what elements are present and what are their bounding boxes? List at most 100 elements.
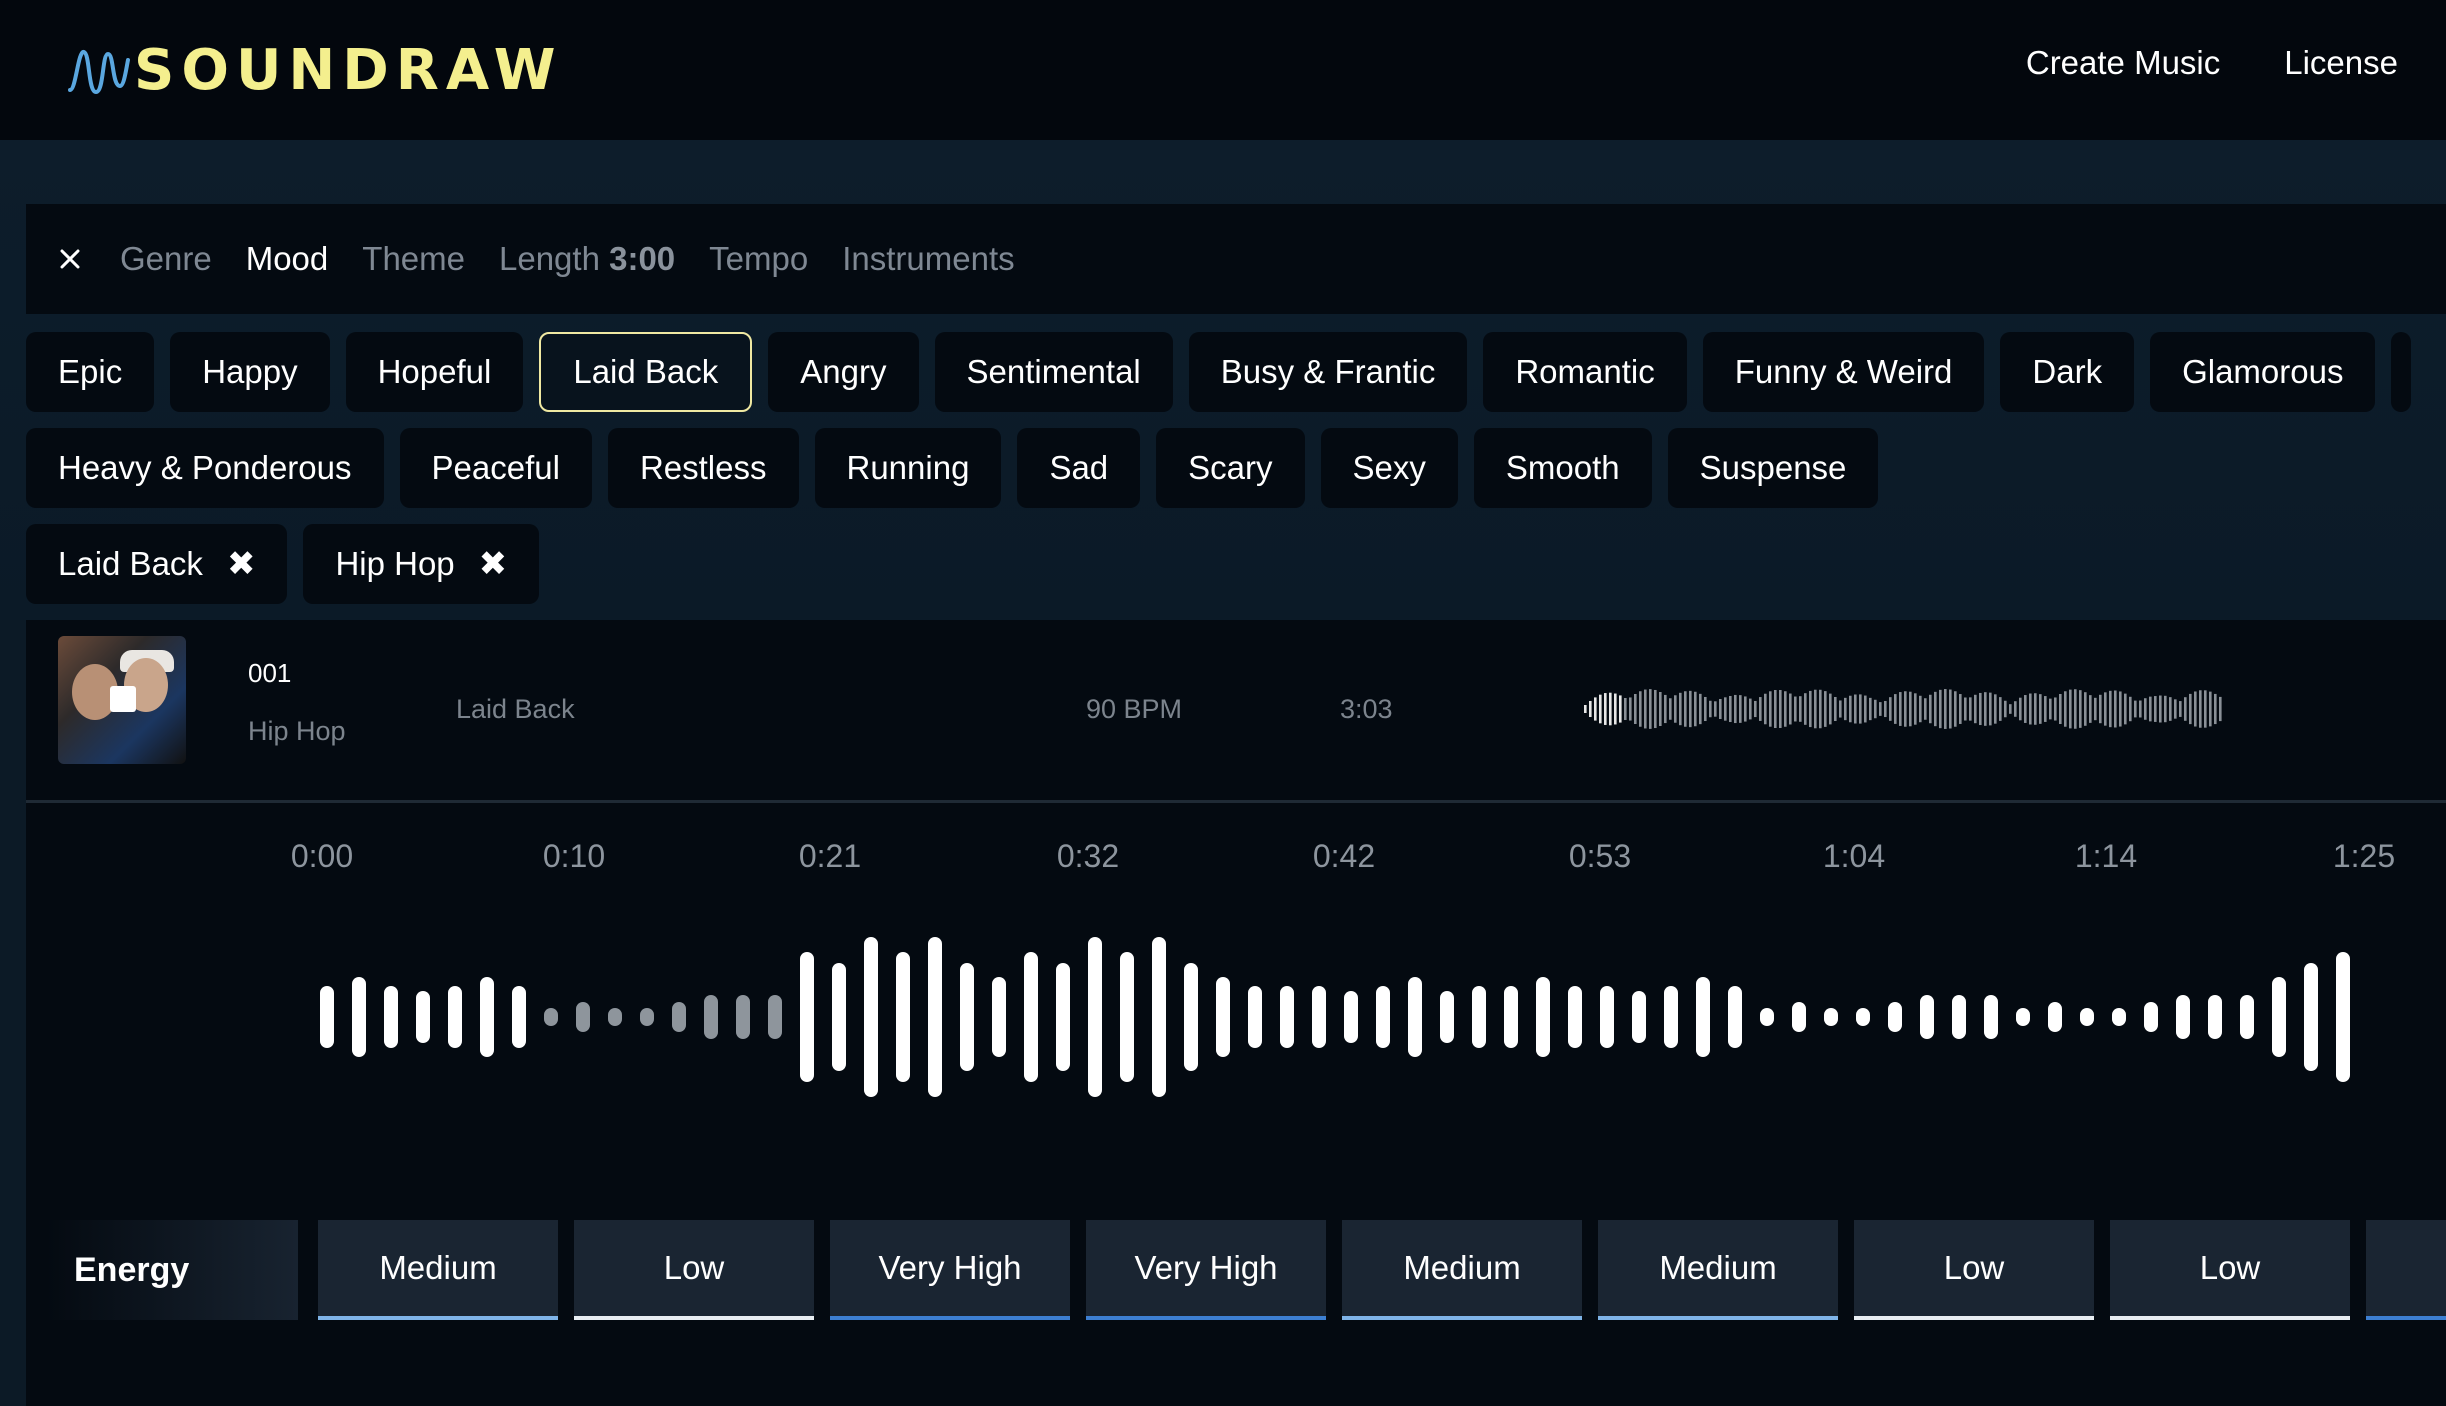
mood-chip-busy-frantic[interactable]: Busy & Frantic xyxy=(1188,332,1468,412)
mood-chip-dark[interactable]: Dark xyxy=(2000,332,2135,412)
waveform-preview-bar xyxy=(1834,696,1837,722)
nav-create-music[interactable]: Create Music xyxy=(2026,44,2220,82)
mood-chip-peaceful[interactable]: Peaceful xyxy=(399,428,592,508)
mood-chip-angry[interactable]: Angry xyxy=(768,332,919,412)
tab-tempo[interactable]: Tempo xyxy=(709,240,808,278)
waveform-bar xyxy=(1184,963,1198,1071)
tab-mood[interactable]: Mood xyxy=(246,240,329,278)
waveform-bar xyxy=(1376,986,1390,1048)
waveform-preview-bar xyxy=(1704,696,1707,722)
mood-chip-laid-back[interactable]: Laid Back xyxy=(539,332,753,412)
waveform-preview-bar xyxy=(2074,689,2077,729)
waveform-bar xyxy=(1312,986,1326,1048)
waveform-bar xyxy=(416,991,430,1043)
waveform-bar xyxy=(1888,1002,1902,1032)
waveform-preview-bar xyxy=(1709,700,1712,718)
waveform-preview-bar xyxy=(2079,690,2082,728)
mood-chip-scary[interactable]: Scary xyxy=(1156,428,1305,508)
energy-segment[interactable]: Low xyxy=(1854,1220,2094,1320)
waveform-preview-bar xyxy=(2159,695,2162,723)
song-waveform[interactable] xyxy=(0,920,2446,1110)
waveform-bar xyxy=(1216,977,1230,1057)
waveform-bar xyxy=(960,963,974,1071)
energy-segment[interactable]: Medium xyxy=(1598,1220,1838,1320)
waveform-preview-bar xyxy=(2184,697,2187,721)
remove-filter-icon[interactable]: ✖ xyxy=(479,544,508,584)
album-art[interactable] xyxy=(58,636,186,764)
logo[interactable]: SOUNDRAW xyxy=(66,30,562,110)
waveform-bar xyxy=(608,1008,622,1026)
waveform-preview-bar xyxy=(2164,695,2167,723)
mood-chip-hopeful[interactable]: Hopeful xyxy=(345,332,524,412)
waveform-preview-bar xyxy=(1644,689,1647,729)
waveform-preview-bar xyxy=(1944,689,1947,729)
waveform-preview-bar xyxy=(2174,699,2177,719)
waveform-bar xyxy=(1664,986,1678,1048)
waveform-preview-bar xyxy=(2009,704,2012,714)
mood-chip-sexy[interactable]: Sexy xyxy=(1320,428,1458,508)
mood-chip-epic[interactable]: Epic xyxy=(26,332,155,412)
energy-segment[interactable]: Low xyxy=(2110,1220,2350,1320)
waveform-bar xyxy=(576,1002,590,1032)
mood-chip-romantic[interactable]: Romantic xyxy=(1483,332,1687,412)
waveform-preview-bar xyxy=(1799,696,1802,722)
mood-chip-suspense[interactable]: Suspense xyxy=(1667,428,1879,508)
active-filter-label: Hip Hop xyxy=(335,545,455,582)
energy-segment[interactable]: Very High xyxy=(1086,1220,1326,1320)
waveform-preview-bar xyxy=(1639,691,1642,727)
waveform-preview-bar xyxy=(2144,698,2147,720)
energy-segment[interactable]: Low xyxy=(574,1220,814,1320)
waveform-bar xyxy=(1024,952,1038,1082)
timeline-tick: 0:10 xyxy=(542,838,606,874)
mood-chip-overflow[interactable] xyxy=(2391,332,2412,412)
waveform-preview-bar xyxy=(1649,689,1652,729)
waveform-preview-bar xyxy=(1994,694,1997,724)
energy-label: Energy xyxy=(46,1220,298,1320)
remove-filter-icon[interactable]: ✖ xyxy=(227,544,256,584)
logo-text: SOUNDRAW xyxy=(134,37,563,103)
waveform-bar xyxy=(2176,995,2190,1039)
waveform-preview-bar xyxy=(1954,691,1957,727)
stop-icon[interactable] xyxy=(110,686,136,712)
tab-genre[interactable]: Genre xyxy=(120,240,212,278)
track-row[interactable]: 001 Hip Hop Laid Back 90 BPM 3:03 xyxy=(26,620,2446,800)
waveform-preview-bar xyxy=(1779,689,1782,729)
mood-chip-running[interactable]: Running xyxy=(814,428,1002,508)
tab-theme[interactable]: Theme xyxy=(362,240,465,278)
mood-chip-glamorous[interactable]: Glamorous xyxy=(2150,332,2376,412)
mood-chip-heavy-ponderous[interactable]: Heavy & Ponderous xyxy=(26,428,384,508)
track-waveform-preview[interactable] xyxy=(1584,680,2224,738)
waveform-preview-bar xyxy=(1979,692,1982,726)
waveform-bar xyxy=(992,977,1006,1057)
waveform-bar xyxy=(1632,991,1646,1043)
mood-chip-happy[interactable]: Happy xyxy=(170,332,330,412)
track-genre: Hip Hop xyxy=(248,716,346,746)
mood-chip-restless[interactable]: Restless xyxy=(607,428,799,508)
tab-instruments[interactable]: Instruments xyxy=(842,240,1014,278)
waveform-preview-bar xyxy=(1664,694,1667,724)
waveform-preview-bar xyxy=(2204,690,2207,728)
waveform-preview-bar xyxy=(1969,697,1972,721)
waveform-bar xyxy=(1792,1002,1806,1032)
waveform-preview-bar xyxy=(1699,693,1702,725)
energy-segment[interactable]: Very High xyxy=(830,1220,1070,1320)
waveform-preview-bar xyxy=(2119,691,2122,727)
waveform-preview-bar xyxy=(1669,698,1672,720)
waveform-bar xyxy=(2208,995,2222,1039)
nav-license[interactable]: License xyxy=(2284,44,2398,82)
waveform-bar xyxy=(1760,1008,1774,1026)
waveform-preview-bar xyxy=(1804,693,1807,725)
mood-chip-sad[interactable]: Sad xyxy=(1017,428,1141,508)
waveform-preview-bar xyxy=(1849,695,1852,723)
mood-chip-smooth[interactable]: Smooth xyxy=(1473,428,1652,508)
mood-chip-funny-weird[interactable]: Funny & Weird xyxy=(1702,332,1985,412)
timeline-tick: 0:00 xyxy=(290,838,354,874)
energy-segment[interactable]: Medium xyxy=(318,1220,558,1320)
waveform-bar xyxy=(1472,986,1486,1048)
close-icon[interactable] xyxy=(56,245,84,273)
waveform-preview-bar xyxy=(1864,695,1867,723)
energy-segment-overflow[interactable] xyxy=(2366,1220,2446,1320)
energy-segment[interactable]: Medium xyxy=(1342,1220,1582,1320)
mood-chip-sentimental[interactable]: Sentimental xyxy=(934,332,1173,412)
tab-length[interactable]: Length 3:00 xyxy=(499,240,675,278)
